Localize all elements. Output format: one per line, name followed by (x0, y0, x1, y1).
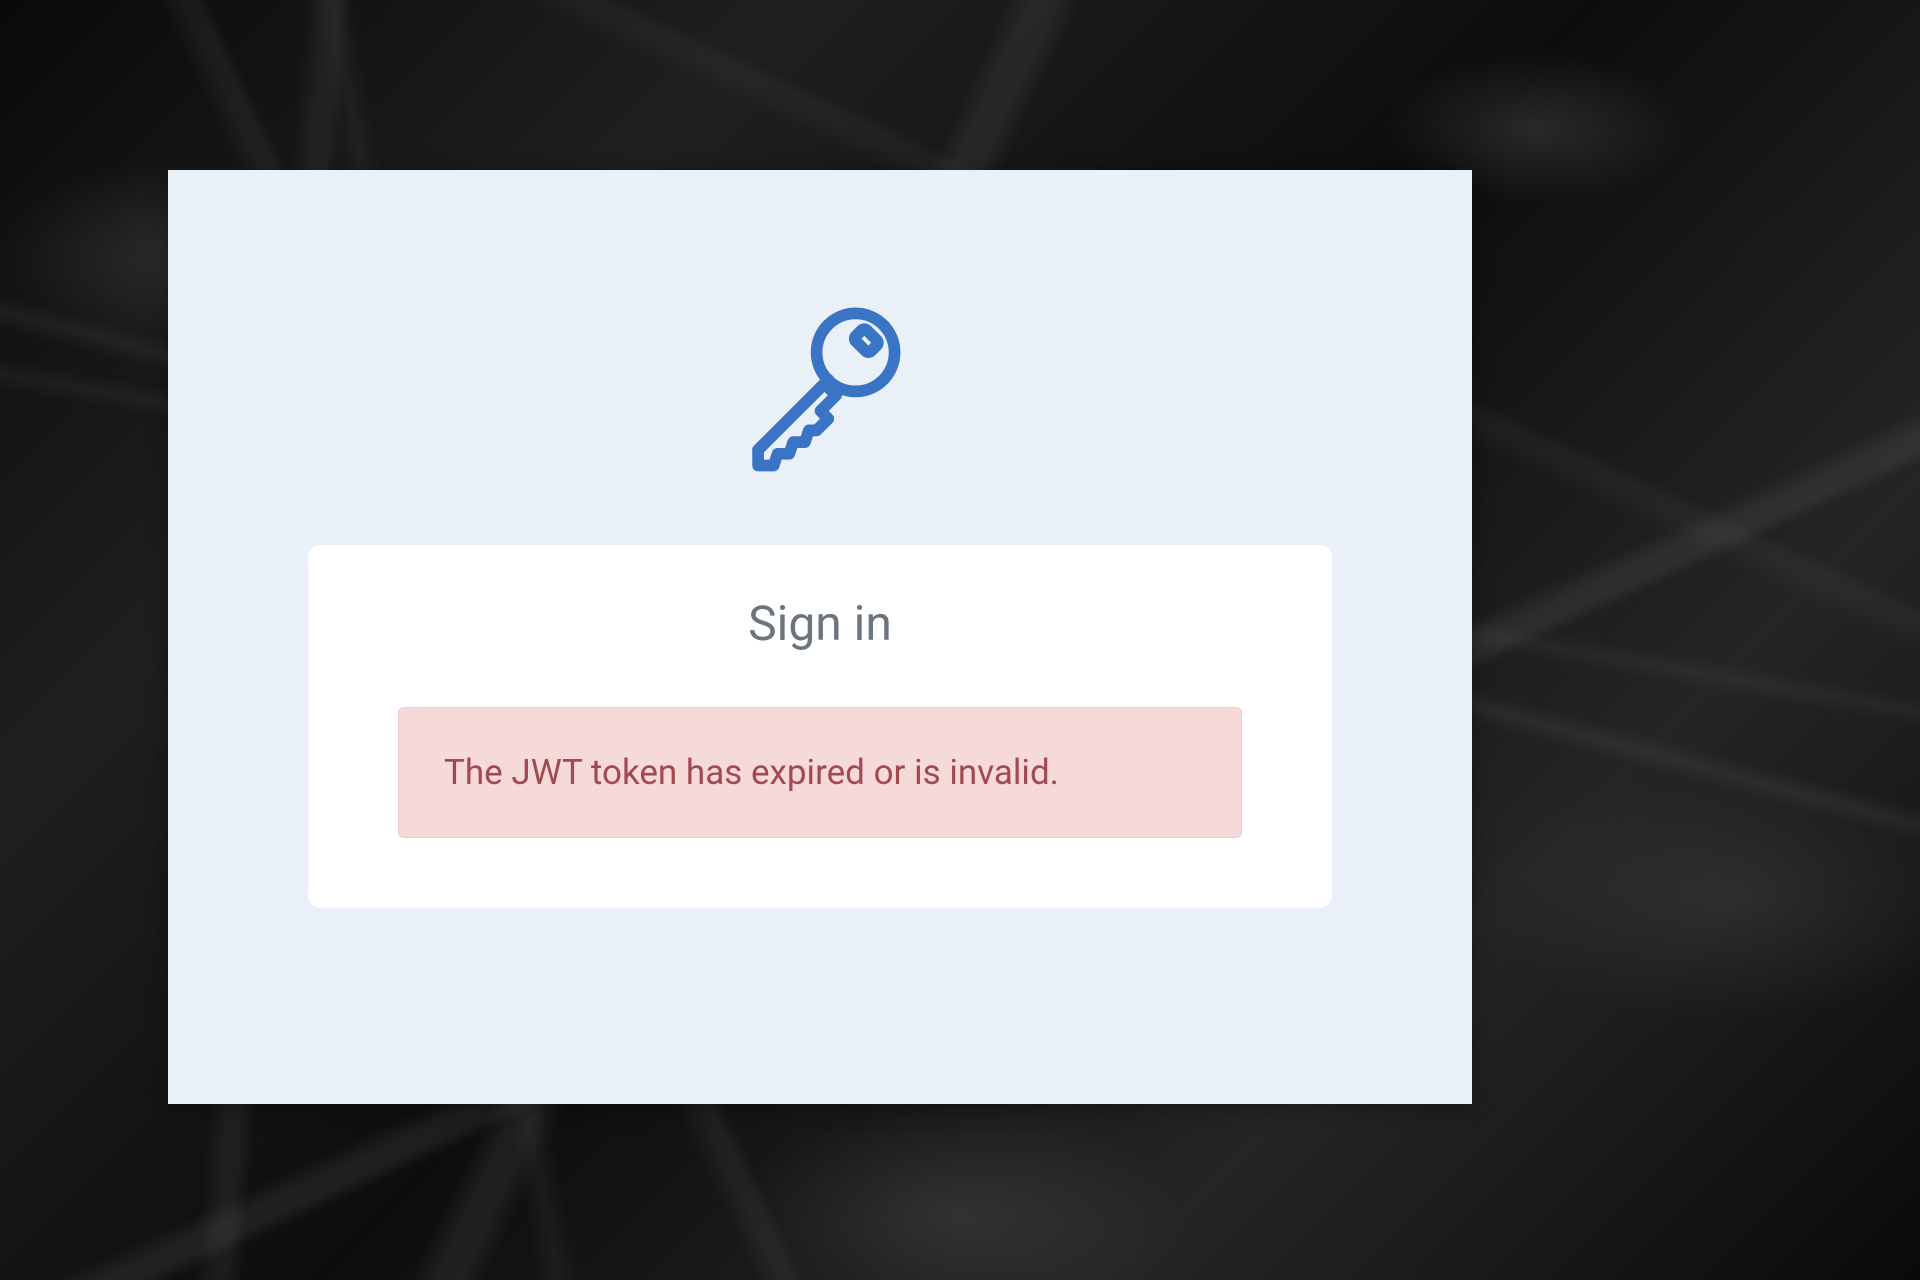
logo-area (168, 290, 1472, 485)
card-title: Sign in (398, 595, 1242, 652)
key-icon (723, 290, 918, 485)
error-alert: The JWT token has expired or is invalid. (398, 707, 1242, 838)
auth-panel: Sign in The JWT token has expired or is … (168, 170, 1472, 1104)
signin-card: Sign in The JWT token has expired or is … (308, 545, 1332, 908)
